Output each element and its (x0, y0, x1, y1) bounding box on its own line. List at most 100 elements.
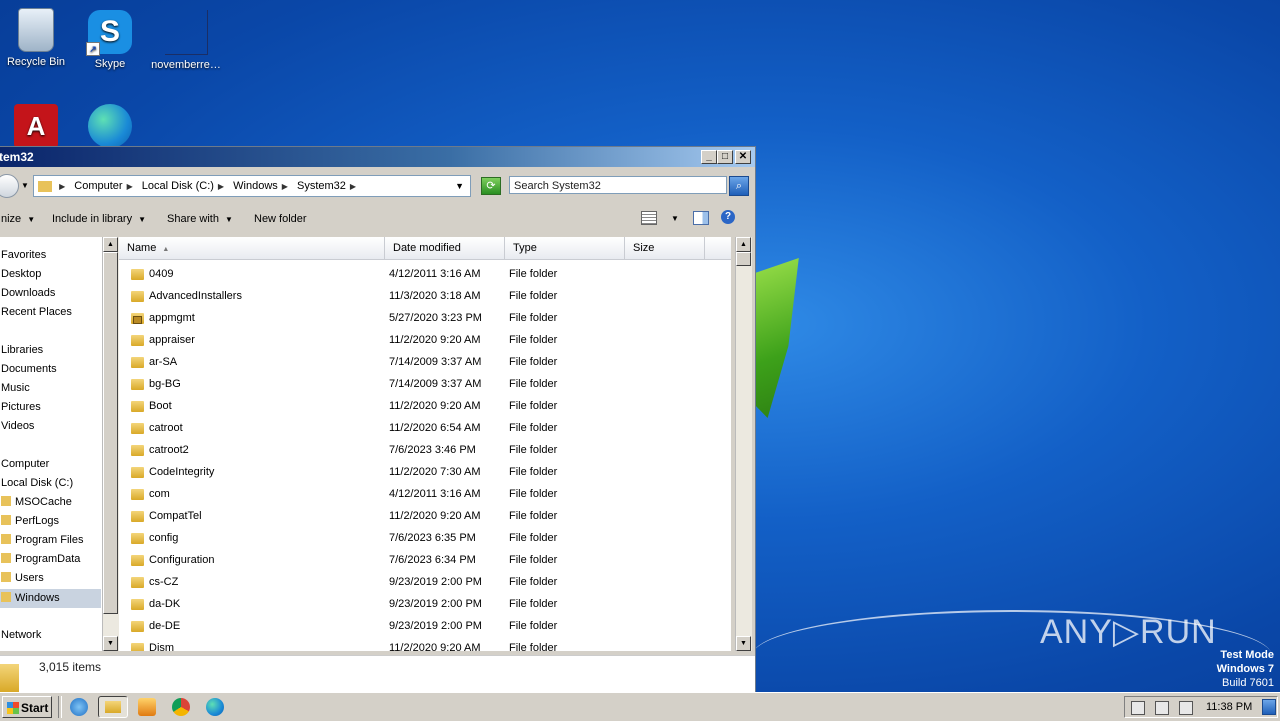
file-row[interactable]: catroot 11/2/2020 6:54 AM File folder (119, 417, 731, 439)
nav-recent-places[interactable]: Recent Places (1, 306, 72, 318)
file-type: File folder (509, 466, 558, 478)
file-row[interactable]: AdvancedInstallers 11/3/2020 3:18 AM File … (119, 285, 731, 307)
file-row[interactable]: cs-CZ 9/23/2019 2:00 PM File folder (119, 571, 731, 593)
scroll-down-arrow[interactable]: ▼ (736, 636, 751, 651)
desktop-icon-edge[interactable] (72, 104, 148, 152)
column-header-type[interactable]: Type (505, 237, 625, 259)
nav-folder-programdata[interactable]: ProgramData (1, 553, 80, 565)
nav-desktop[interactable]: Desktop (1, 268, 41, 280)
nav-favorites[interactable]: Favorites (1, 249, 46, 261)
include-in-library-button[interactable]: Include in library ▼ (52, 203, 146, 236)
nav-local-disk[interactable]: Local Disk (C:) (1, 477, 73, 489)
windows-logo-icon (7, 702, 19, 714)
edge-icon[interactable] (206, 698, 224, 716)
minimize-button[interactable]: _ (701, 150, 717, 164)
column-header-row: Name ▲ Date modified Type Size (119, 237, 731, 260)
desktop-icon-recycle-bin[interactable]: Recycle Bin (0, 8, 74, 68)
file-date: 11/3/2020 3:18 AM (389, 290, 481, 302)
file-row[interactable]: da-DK 9/23/2019 2:00 PM File folder (119, 593, 731, 615)
file-row[interactable]: Configuration 7/6/2023 6:34 PM File folder (119, 549, 731, 571)
chrome-icon[interactable] (172, 698, 190, 716)
view-options-dropdown[interactable]: ▼ (671, 203, 679, 235)
nav-folder-perflogs[interactable]: PerfLogs (1, 515, 59, 527)
search-input[interactable]: Search System32 (509, 176, 727, 194)
new-folder-button[interactable]: New folder (254, 203, 307, 235)
column-header-date[interactable]: Date modified (385, 237, 505, 259)
show-desktop-icon[interactable] (1262, 699, 1276, 715)
address-history-dropdown[interactable]: ▼ (455, 176, 464, 196)
scroll-up-arrow[interactable]: ▲ (736, 237, 751, 252)
nav-libraries[interactable]: Libraries (1, 344, 43, 356)
file-row[interactable]: de-DE 9/23/2019 2:00 PM File folder (119, 615, 731, 637)
scroll-down-arrow[interactable]: ▼ (103, 636, 118, 651)
nav-pictures[interactable]: Pictures (1, 401, 41, 413)
nav-videos[interactable]: Videos (1, 420, 34, 432)
share-with-button[interactable]: Share with ▼ (167, 203, 233, 236)
explorer-taskbar-button[interactable] (98, 696, 128, 718)
preview-pane-icon[interactable] (693, 211, 709, 225)
breadcrumb-computer[interactable]: Computer (74, 180, 122, 192)
breadcrumb-windows[interactable]: Windows (233, 180, 278, 192)
address-bar[interactable]: ▶ Computer ▶ Local Disk (C:) ▶ Windows ▶ Sy… (33, 175, 471, 197)
desktop-icon-acrobat[interactable]: A (0, 104, 74, 152)
clock[interactable]: 11:38 PM (1206, 693, 1252, 721)
media-player-icon[interactable] (138, 698, 156, 716)
adobe-acrobat-icon: A (14, 104, 58, 148)
nav-folder-windows[interactable]: Windows (0, 589, 101, 608)
file-row[interactable]: ar-SA 7/14/2009 3:37 AM File folder (119, 351, 731, 373)
nav-network[interactable]: Network (1, 629, 41, 641)
close-button[interactable]: ✕ (735, 150, 751, 164)
nav-downloads[interactable]: Downloads (1, 287, 55, 299)
desktop-icon-november-file[interactable]: novemberre… (148, 10, 224, 71)
desktop-icon-skype[interactable]: S ↗ Skype (72, 10, 148, 70)
file-list-scrollbar[interactable]: ▲ ▼ (735, 237, 752, 651)
back-button[interactable] (0, 174, 19, 198)
file-name: CompatTel (149, 510, 202, 522)
action-center-flag-icon[interactable] (1179, 701, 1193, 715)
help-icon[interactable]: ? (721, 210, 735, 224)
column-header-name[interactable]: Name ▲ (119, 237, 385, 259)
organize-button[interactable]: nize ▼ (1, 203, 35, 236)
file-row[interactable]: catroot2 7/6/2023 3:46 PM File folder (119, 439, 731, 461)
network-icon[interactable] (1155, 701, 1169, 715)
folder-icon (131, 291, 144, 302)
change-view-icon[interactable] (641, 211, 657, 225)
breadcrumb-local-disk[interactable]: Local Disk (C:) (142, 180, 214, 192)
nav-music[interactable]: Music (1, 382, 30, 394)
column-header-size[interactable]: Size (625, 237, 705, 259)
volume-icon[interactable] (1131, 701, 1145, 715)
file-row[interactable]: bg-BG 7/14/2009 3:37 AM File folder (119, 373, 731, 395)
file-row[interactable]: CodeIntegrity 11/2/2020 7:30 AM File folde… (119, 461, 731, 483)
file-type: File folder (509, 598, 558, 610)
file-row[interactable]: appraiser 11/2/2020 9:20 AM File folder (119, 329, 731, 351)
internet-explorer-icon[interactable] (70, 698, 88, 716)
start-button[interactable]: Start (2, 696, 52, 718)
nav-folder-msocache[interactable]: MSOCache (1, 496, 72, 508)
file-row[interactable]: Dism 11/2/2020 9:20 AM File folder (119, 637, 731, 651)
refresh-button[interactable]: ⟳ (481, 177, 501, 195)
nav-computer[interactable]: Computer (1, 458, 49, 470)
window-titlebar[interactable]: tem32 _ □ ✕ (0, 147, 755, 167)
file-date: 4/12/2011 3:16 AM (389, 488, 481, 500)
nav-scrollbar[interactable]: ▲ ▼ (102, 237, 119, 651)
scroll-up-arrow[interactable]: ▲ (103, 237, 118, 252)
explorer-icon (105, 701, 121, 713)
file-date: 11/2/2020 9:20 AM (389, 642, 481, 651)
window-title: tem32 (0, 150, 34, 164)
nav-folder-program-files[interactable]: Program Files (1, 534, 83, 546)
recent-pages-dropdown[interactable]: ▼ (21, 181, 29, 190)
file-row[interactable]: com 4/12/2011 3:16 AM File folder (119, 483, 731, 505)
file-row[interactable]: 0409 4/12/2011 3:16 AM File folder (119, 263, 731, 285)
file-row[interactable]: config 7/6/2023 6:35 PM File folder (119, 527, 731, 549)
nav-documents[interactable]: Documents (1, 363, 57, 375)
search-icon[interactable]: ⌕ (729, 176, 749, 196)
breadcrumb-system32[interactable]: System32 (297, 180, 346, 192)
file-date: 7/6/2023 3:46 PM (389, 444, 476, 456)
scroll-thumb[interactable] (103, 252, 118, 614)
nav-folder-users[interactable]: Users (1, 572, 44, 584)
file-row[interactable]: Boot 11/2/2020 9:20 AM File folder (119, 395, 731, 417)
file-row[interactable]: CompatTel 11/2/2020 9:20 AM File folder (119, 505, 731, 527)
scroll-thumb[interactable] (736, 252, 751, 266)
file-row[interactable]: appmgmt 5/27/2020 3:23 PM File folder (119, 307, 731, 329)
maximize-button[interactable]: □ (717, 150, 733, 164)
